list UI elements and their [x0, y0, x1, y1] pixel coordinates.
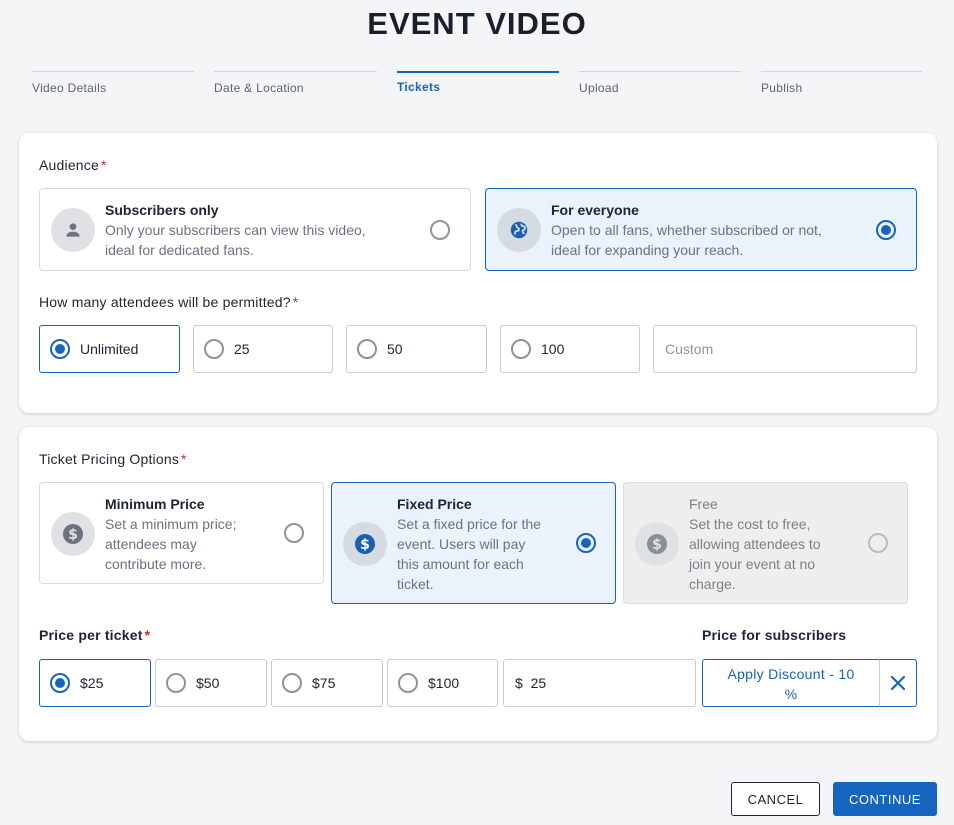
- chip-label: $50: [196, 675, 220, 691]
- option-description: Open to all fans, whether subscribed or …: [551, 222, 822, 258]
- attendees-custom-input[interactable]: [653, 325, 917, 373]
- chip-label: 100: [541, 341, 565, 357]
- pricing-card: Ticket Pricing Options * $ Minimum Price …: [19, 427, 937, 741]
- radio-button[interactable]: [204, 339, 224, 359]
- pricing-option-free[interactable]: $ Free Set the cost to free, allowing att…: [623, 482, 908, 604]
- person-icon: [51, 208, 95, 252]
- pricing-label: Ticket Pricing Options *: [39, 451, 187, 467]
- dollar-icon: $: [51, 512, 95, 556]
- option-description: Only your subscribers can view this vide…: [105, 222, 366, 258]
- chip-label: Unlimited: [80, 341, 139, 357]
- step-label: Date & Location: [214, 81, 304, 95]
- svg-text:$: $: [652, 537, 662, 553]
- globe-icon: [497, 208, 541, 252]
- radio-button[interactable]: [511, 339, 531, 359]
- required-mark: *: [181, 451, 187, 467]
- price-option-50[interactable]: $50: [155, 659, 267, 707]
- pricing-radio-free[interactable]: [868, 533, 888, 553]
- dollar-icon: $: [343, 522, 387, 566]
- pricing-radio-fixed[interactable]: [576, 533, 596, 553]
- radio-button[interactable]: [50, 673, 70, 693]
- required-mark: *: [144, 627, 151, 643]
- radio-button[interactable]: [50, 339, 70, 359]
- audience-label: Audience *: [39, 157, 107, 173]
- price-custom-input[interactable]: [503, 659, 696, 707]
- step-date-location[interactable]: Date & Location: [214, 71, 377, 101]
- required-mark: *: [100, 157, 107, 173]
- step-publish[interactable]: Publish: [761, 71, 922, 101]
- audience-card: Audience * Subscribers only Only your sub…: [19, 133, 937, 413]
- audience-option-everyone[interactable]: For everyone Open to all fans, whether s…: [485, 188, 917, 271]
- option-title: Free: [689, 496, 718, 512]
- price-option-100[interactable]: $100: [387, 659, 498, 707]
- radio-button[interactable]: [357, 339, 377, 359]
- option-description: Set a fixed price for the event. Users wi…: [397, 516, 541, 592]
- step-video-details[interactable]: Video Details: [32, 71, 194, 101]
- subscriber-price-label: Price for subscribers: [702, 627, 847, 643]
- option-description: Set a minimum price; attendees may contrib…: [105, 516, 237, 572]
- option-title: Minimum Price: [105, 496, 205, 512]
- radio-button[interactable]: [398, 673, 418, 693]
- step-tickets[interactable]: Tickets: [397, 71, 559, 101]
- step-label: Tickets: [397, 80, 441, 94]
- attendees-option-50[interactable]: 50: [346, 325, 487, 373]
- stepper: Video Details Date & Location Tickets Up…: [32, 71, 922, 101]
- step-label: Upload: [579, 81, 619, 95]
- pricing-option-fixed[interactable]: $ Fixed Price Set a fixed price for the e…: [331, 482, 616, 604]
- radio-button[interactable]: [166, 673, 186, 693]
- attendees-label: How many attendees will be permitted? *: [39, 294, 299, 310]
- pricing-option-minimum[interactable]: $ Minimum Price Set a minimum price; atte…: [39, 482, 324, 584]
- chip-label: $100: [428, 675, 460, 691]
- audience-radio-subscribers[interactable]: [430, 220, 450, 240]
- option-title: Subscribers only: [105, 202, 219, 218]
- radio-button[interactable]: [282, 673, 302, 693]
- audience-option-subscribers[interactable]: Subscribers only Only your subscribers c…: [39, 188, 471, 271]
- price-option-25[interactable]: $25: [39, 659, 151, 707]
- page-title: EVENT VIDEO: [367, 6, 587, 41]
- close-icon: [890, 675, 906, 691]
- svg-text:$: $: [68, 527, 78, 543]
- price-per-ticket-label: Price per ticket *: [39, 627, 151, 643]
- step-label: Video Details: [32, 81, 107, 95]
- step-label: Publish: [761, 81, 803, 95]
- option-title: For everyone: [551, 202, 639, 218]
- attendees-option-unlimited[interactable]: Unlimited: [39, 325, 180, 373]
- step-upload[interactable]: Upload: [579, 71, 741, 101]
- option-title: Fixed Price: [397, 496, 472, 512]
- continue-button[interactable]: CONTINUE: [833, 782, 937, 816]
- pricing-radio-minimum[interactable]: [284, 523, 304, 543]
- required-mark: *: [292, 294, 299, 310]
- option-description: Set the cost to free, allowing attendees …: [689, 516, 821, 592]
- svg-text:$: $: [360, 537, 370, 553]
- cancel-button[interactable]: CANCEL: [731, 782, 820, 816]
- remove-discount-button[interactable]: [879, 659, 917, 707]
- attendees-option-100[interactable]: 100: [500, 325, 640, 373]
- chip-label: 25: [234, 341, 250, 357]
- apply-discount-button[interactable]: Apply Discount - 10%: [702, 659, 880, 707]
- dollar-icon: $: [635, 522, 679, 566]
- chip-label: $75: [312, 675, 336, 691]
- chip-label: $25: [80, 675, 104, 691]
- audience-radio-everyone[interactable]: [876, 220, 896, 240]
- price-option-75[interactable]: $75: [271, 659, 383, 707]
- chip-label: 50: [387, 341, 403, 357]
- attendees-option-25[interactable]: 25: [193, 325, 333, 373]
